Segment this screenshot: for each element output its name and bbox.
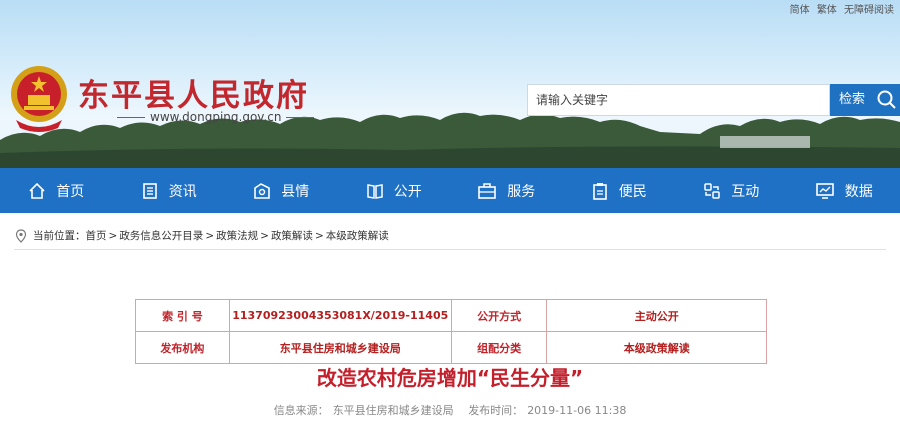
document-meta-table: 索 引 号 11370923004353081X/2019-11405 公开方式… [135, 299, 767, 364]
interaction-icon [704, 182, 720, 199]
nav-item-home[interactable]: 首页 [0, 168, 113, 213]
site-header: 简体 繁体 无障碍阅读 东平县人民政府 www.dongping.gov.cn … [0, 0, 900, 168]
nav-item-label: 县情 [281, 183, 310, 200]
breadcrumb-separator: > [108, 229, 118, 242]
meta-label-index: 索 引 号 [135, 299, 230, 332]
nav-item-interaction[interactable]: 互动 [675, 168, 788, 213]
nav-item-service[interactable]: 服务 [450, 168, 563, 213]
date-label: 发布时间： [468, 404, 524, 417]
home-icon [29, 182, 45, 199]
nav-item-convenience[interactable]: 便民 [563, 168, 676, 213]
news-icon [142, 182, 157, 199]
main-nav: 首页 资讯 县情 公开 服务 便民 互动 数据 [0, 168, 900, 213]
nav-item-county-info[interactable]: 县情 [225, 168, 338, 213]
monitor-chart-icon [815, 182, 834, 199]
top-link-simplified[interactable]: 简体 [790, 5, 810, 16]
meta-value-category: 本级政策解读 [546, 331, 767, 364]
breadcrumb-item-policies[interactable]: 政策法规 [216, 228, 258, 243]
meta-label-disclosure: 公开方式 [450, 299, 548, 332]
breadcrumb-item-catalog[interactable]: 政务信息公开目录 [119, 228, 203, 243]
meta-value-disclosure: 主动公开 [546, 299, 767, 332]
top-link-accessibility[interactable]: 无障碍阅读 [844, 5, 894, 16]
breadcrumb-divider [14, 249, 886, 250]
table-row: 发布机构 东平县住房和城乡建设局 组配分类 本级政策解读 [135, 331, 767, 364]
source-label: 信息来源： [273, 404, 329, 417]
site-title[interactable]: 东平县人民政府 [78, 70, 309, 115]
nav-item-label: 资讯 [168, 183, 197, 200]
table-row: 索 引 号 11370923004353081X/2019-11405 公开方式… [135, 299, 767, 332]
book-icon [367, 183, 383, 199]
breadcrumb-item-local-interpretation[interactable]: 本级政策解读 [326, 228, 389, 243]
date-value: 2019-11-06 11:38 [527, 404, 627, 417]
search-icon[interactable] [874, 84, 900, 116]
clipboard-icon [592, 182, 607, 200]
meta-label-category: 组配分类 [450, 331, 548, 364]
nav-item-label: 互动 [731, 183, 760, 200]
source-value: 东平县住房和城乡建设局 [332, 404, 454, 417]
article-info: 信息来源： 东平县住房和城乡建设局 发布时间： 2019-11-06 11:38 [0, 402, 900, 418]
location-pin-icon [15, 228, 27, 243]
breadcrumb: 当前位置： 首页 > 政务信息公开目录 > 政策法规 > 政策解读 > 本级政策… [14, 228, 389, 243]
breadcrumb-separator: > [260, 229, 269, 242]
nav-item-label: 服务 [507, 183, 536, 200]
top-link-traditional[interactable]: 繁体 [817, 5, 837, 16]
breadcrumb-separator: > [314, 229, 324, 242]
top-links: 简体 繁体 无障碍阅读 [786, 1, 894, 16]
nav-item-news[interactable]: 资讯 [113, 168, 226, 213]
breadcrumb-item-interpretation[interactable]: 政策解读 [271, 228, 313, 243]
breadcrumb-item-home[interactable]: 首页 [86, 228, 107, 243]
nav-item-label: 公开 [393, 183, 422, 200]
nav-item-label: 数据 [844, 183, 873, 200]
search-button[interactable]: 检索 [830, 84, 874, 116]
national-emblem-icon [11, 66, 67, 132]
meta-label-publisher: 发布机构 [135, 331, 230, 364]
search-input[interactable] [528, 85, 828, 115]
nav-item-data[interactable]: 数据 [788, 168, 900, 213]
breadcrumb-prefix: 当前位置： [33, 230, 86, 242]
nav-item-label: 便民 [618, 183, 647, 200]
nav-item-open[interactable]: 公开 [338, 168, 451, 213]
briefcase-icon [478, 182, 497, 199]
county-info-icon [254, 182, 271, 199]
search-box [527, 84, 830, 116]
article-title: 改造农村危房增加“民生分量” [316, 366, 584, 390]
nav-item-label: 首页 [56, 183, 85, 200]
meta-value-publisher: 东平县住房和城乡建设局 [228, 331, 452, 364]
site-url: www.dongping.gov.cn [112, 110, 319, 124]
meta-value-index: 11370923004353081X/2019-11405 [228, 299, 452, 332]
breadcrumb-separator: > [205, 229, 215, 242]
